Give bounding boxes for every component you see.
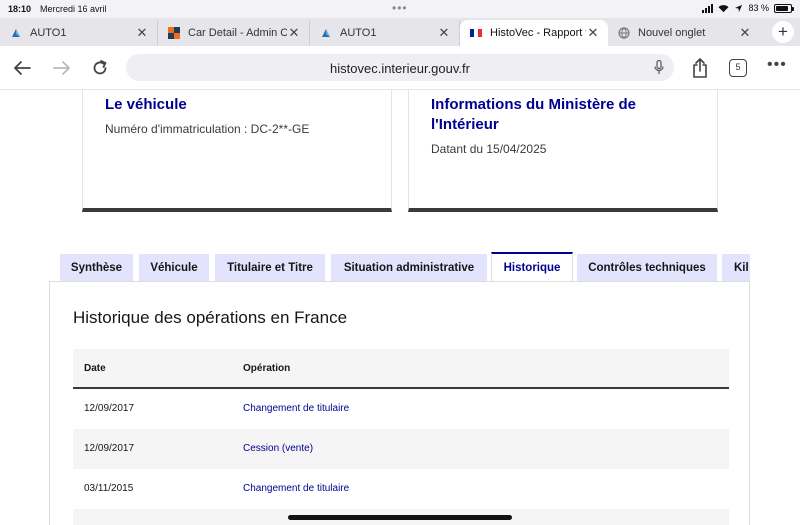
new-tab-plus-icon[interactable]: + — [772, 21, 794, 43]
microphone-icon[interactable] — [654, 59, 664, 80]
tab-vehicule[interactable]: Véhicule — [139, 254, 209, 282]
battery-icon — [774, 3, 794, 13]
share-icon[interactable] — [688, 56, 712, 80]
column-header-operation: Opération — [243, 363, 291, 374]
tab-synthese[interactable]: Synthèse — [60, 254, 133, 282]
close-tab-icon[interactable]: ✕ — [437, 25, 451, 41]
status-date: Mercredi 16 avril — [40, 4, 107, 14]
browser-tab-active[interactable]: HistoVec - Rapport v ✕ — [460, 20, 608, 46]
browser-tab-label: AUTO1 — [340, 27, 377, 39]
browser-tab[interactable]: Nouvel onglet ✕ — [608, 20, 760, 46]
history-title: Historique des opérations en France — [73, 308, 348, 327]
vehicle-card-title: Le véhicule — [105, 96, 187, 113]
admin-favicon — [168, 27, 180, 39]
row-date: 12/09/2017 — [84, 403, 135, 414]
close-tab-icon[interactable]: ✕ — [738, 25, 752, 41]
tab-kilometrage[interactable]: Kil — [722, 254, 750, 282]
close-tab-icon[interactable]: ✕ — [586, 25, 600, 41]
row-date: 03/11/2015 — [84, 483, 134, 494]
browser-tab-label: Nouvel onglet — [638, 27, 706, 39]
auto1-icon — [320, 27, 332, 39]
ministry-card-title: Informations du Ministère de l'Intérieur — [431, 96, 637, 133]
history-table: Date Opération 12/09/2017 Changement de … — [73, 349, 729, 525]
home-indicator[interactable] — [288, 515, 512, 520]
browser-tab-bar: AUTO1 ✕ Car Detail - Admin C ✕ AUTO1 ✕ H… — [0, 18, 800, 46]
browser-tab[interactable]: AUTO1 ✕ — [310, 20, 460, 46]
tab-historique[interactable]: Historique — [491, 252, 573, 282]
tab-titulaire[interactable]: Titulaire et Titre — [215, 254, 325, 282]
status-bar: 18:10 Mercredi 16 avril ••• 83 % — [0, 0, 800, 18]
history-panel: Historique des opérations en France Date… — [49, 281, 750, 525]
browser-tab[interactable]: Car Detail - Admin C ✕ — [158, 20, 310, 46]
tab-controles-techniques[interactable]: Contrôles techniques — [577, 254, 717, 282]
table-row: 03/11/2015 Changement de titulaire — [73, 469, 729, 509]
vehicle-card: Le véhicule Numéro d'immatriculation : D… — [82, 90, 392, 212]
row-operation-link[interactable]: Changement de titulaire — [243, 483, 349, 494]
globe-icon — [618, 27, 630, 39]
registration-number: Numéro d'immatriculation : DC-2**-GE — [105, 122, 310, 136]
browser-toolbar: histovec.interieur.gouv.fr — [0, 46, 800, 90]
forward-arrow-icon[interactable] — [50, 56, 74, 80]
reload-icon[interactable] — [88, 56, 112, 80]
report-tabs: Synthèse Véhicule Titulaire et Titre Sit… — [60, 252, 750, 282]
multitask-dots-icon[interactable]: ••• — [392, 1, 408, 15]
table-row: 12/09/2017 Changement de titulaire — [73, 389, 729, 429]
browser-tab[interactable]: AUTO1 ✕ — [0, 20, 158, 46]
browser-tab-label: HistoVec - Rapport v — [490, 27, 586, 39]
table-header: Date Opération — [73, 349, 729, 389]
address-bar[interactable]: histovec.interieur.gouv.fr — [126, 54, 674, 81]
tab-situation-administrative[interactable]: Situation administrative — [331, 254, 487, 282]
status-time: 18:10 — [8, 4, 32, 14]
row-operation-link[interactable]: Changement de titulaire — [243, 403, 349, 414]
table-body: 12/09/2017 Changement de titulaire 12/09… — [73, 389, 729, 525]
battery-percent: 83 % — [748, 3, 769, 13]
url-text: histovec.interieur.gouv.fr — [330, 61, 470, 76]
cellular-signal-icon — [702, 3, 714, 13]
column-header-date: Date — [84, 363, 106, 374]
back-arrow-icon[interactable] — [10, 56, 34, 80]
report-date: Datant du 15/04/2025 — [431, 142, 547, 156]
wifi-icon — [718, 4, 730, 12]
row-operation-link[interactable]: Cession (vente) — [243, 443, 313, 454]
more-options-icon[interactable]: ••• — [767, 56, 787, 74]
browser-tab-label: AUTO1 — [30, 27, 67, 39]
row-date: 12/09/2017 — [84, 443, 135, 454]
ministry-card: Informations du Ministère de l'Intérieur… — [408, 90, 718, 212]
status-indicators: 83 % — [702, 3, 794, 13]
page-content: Le véhicule Numéro d'immatriculation : D… — [0, 90, 800, 525]
tab-switcher-button[interactable]: 5 — [729, 59, 747, 77]
table-row: 12/09/2017 Cession (vente) — [73, 429, 729, 469]
close-tab-icon[interactable]: ✕ — [287, 25, 301, 41]
french-flag-icon — [470, 27, 482, 39]
browser-tab-label: Car Detail - Admin C — [188, 27, 287, 39]
location-icon — [735, 4, 743, 12]
close-tab-icon[interactable]: ✕ — [135, 25, 149, 41]
auto1-icon — [10, 27, 22, 39]
